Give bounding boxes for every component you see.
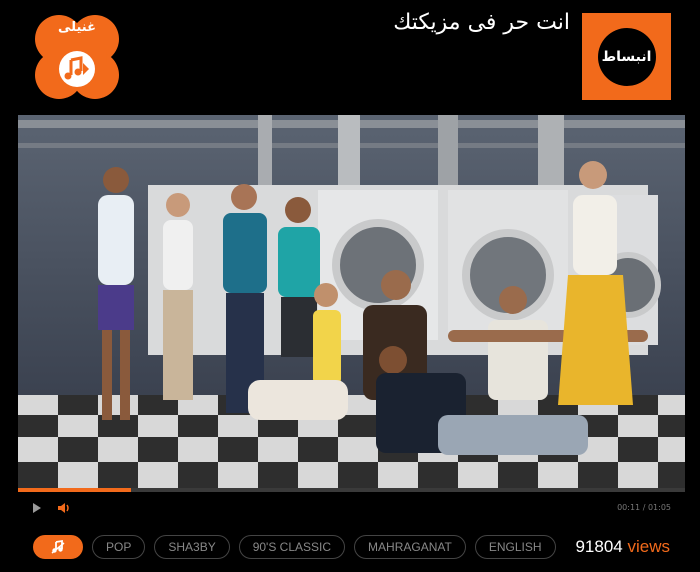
ghanily-logo[interactable]: غنيلى [31,13,123,101]
enbesat-brand-logo[interactable]: انبساط [582,13,671,100]
views-count: 91804 [575,537,623,556]
genre-chip-english[interactable]: ENGLISH [474,535,556,559]
video-scene-image [18,115,685,490]
progress-bar[interactable] [18,488,685,492]
current-time: 00:11 [617,503,641,512]
genre-chip-mahraganat[interactable]: MAHRAGANAT [354,535,466,559]
genre-chip-pop[interactable]: POP [92,535,146,559]
duration: 01:05 [647,503,671,512]
brand-label: انبساط [597,27,656,86]
views-label: views [627,537,670,556]
genre-chip-sha3by[interactable]: SHA3BY [154,535,230,559]
video-frame[interactable] [18,115,685,490]
genre-chip-90s-classic[interactable]: 90'S CLASSIC [238,535,346,559]
logo-label: غنيلى [58,20,96,35]
genre-filter-bar: POP SHA3BY 90'S CLASSIC MAHRAGANAT ENGLI… [33,535,556,559]
time-separator: / [640,503,648,512]
shuffle-icon [51,539,65,554]
tagline: انت حر فى مزيكتك [393,10,570,35]
shuffle-button[interactable] [33,535,83,559]
view-counter: 91804 views [575,537,670,557]
play-icon [33,503,41,513]
play-button[interactable] [30,500,44,519]
volume-icon [58,503,69,513]
time-display: 00:11 / 01:05 [617,503,671,512]
volume-button[interactable] [56,500,72,519]
progress-fill [18,488,132,492]
